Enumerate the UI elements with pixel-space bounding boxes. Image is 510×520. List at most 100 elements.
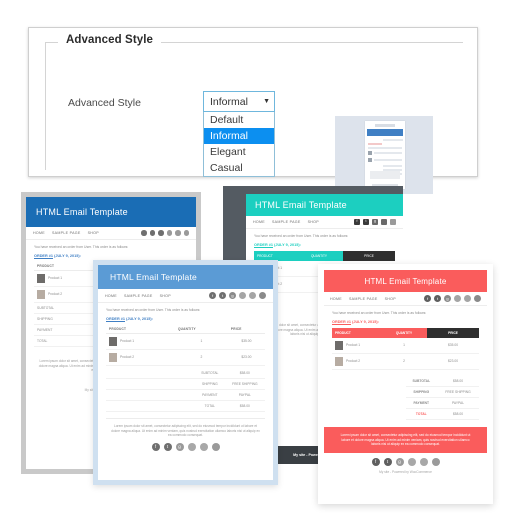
linkedin-icon[interactable] (407, 458, 416, 467)
order-link[interactable]: ORDER #1 (254, 243, 273, 247)
nav-sample-page[interactable]: SAMPLE PAGE (272, 220, 301, 224)
footer-social-links[interactable]: f t g (98, 443, 273, 455)
order-link[interactable]: ORDER #1 (106, 317, 125, 321)
rss-icon[interactable] (259, 292, 266, 299)
social-links[interactable]: f t g (354, 219, 396, 225)
nav-sample-page[interactable]: SAMPLE PAGE (124, 294, 153, 298)
order-link[interactable]: ORDER #1 (34, 254, 53, 258)
pinterest-icon[interactable] (419, 458, 428, 467)
nav-home[interactable]: HOME (253, 220, 265, 224)
rss-icon[interactable] (390, 219, 396, 225)
thumbnail-line (383, 165, 402, 167)
footer-social-links[interactable]: f t g (324, 453, 487, 470)
twitter-icon[interactable]: t (219, 292, 226, 299)
order-heading: ORDER #1 (JULY 9, 2015): (332, 320, 479, 324)
rss-icon[interactable] (431, 458, 440, 467)
advanced-style-select[interactable]: Informal ▼ (203, 91, 275, 112)
order-link[interactable]: ORDER #1 (332, 320, 351, 324)
col-price: PRICE (343, 250, 395, 261)
email-title: HTML Email Template (364, 276, 447, 286)
social-links[interactable]: f t g (209, 292, 266, 299)
thumbnail-product-square (368, 158, 372, 162)
cell-product: Product 2 (106, 349, 175, 366)
totals-row: SUBTOTAL $58.00 (332, 375, 479, 387)
order-date: (JULY 9, 2015): (126, 316, 153, 321)
linkedin-icon[interactable] (381, 219, 387, 225)
nav-home[interactable]: HOME (33, 231, 45, 235)
twitter-icon[interactable]: t (163, 443, 172, 452)
blue-informal-template-card[interactable]: HTML Email Template HOME SAMPLE PAGE SHO… (93, 260, 278, 485)
thumbnail-header-bar (367, 129, 403, 136)
google-plus-icon[interactable]: g (444, 295, 451, 302)
linkedin-icon[interactable] (454, 295, 461, 302)
twitter-icon[interactable]: t (383, 458, 392, 467)
google-plus-icon[interactable] (158, 230, 164, 236)
facebook-icon[interactable]: f (209, 292, 216, 299)
email-nav: HOME SAMPLE PAGE SHOP f t g (324, 292, 487, 306)
cell-quantity: 1 (174, 333, 228, 350)
twitter-icon[interactable] (149, 230, 155, 236)
linkedin-icon[interactable] (187, 443, 196, 452)
facebook-icon[interactable] (141, 230, 147, 236)
facebook-icon[interactable]: f (371, 458, 380, 467)
style-preview-thumbnail[interactable] (335, 116, 433, 194)
table-row: Product 2 2 $23.00 (332, 353, 479, 370)
nav-shop[interactable]: SHOP (385, 297, 396, 301)
nav-shop[interactable]: SHOP (88, 231, 99, 235)
pinterest-icon[interactable] (175, 230, 181, 236)
nav-links[interactable]: HOME SAMPLE PAGE SHOP (253, 220, 319, 224)
table-row: Product 1 1 $35.00 (332, 337, 479, 354)
pinterest-icon[interactable] (464, 295, 471, 302)
rss-icon[interactable] (183, 230, 189, 236)
thumbnail-page (365, 121, 405, 189)
social-links[interactable]: f t g (424, 295, 481, 302)
nav-sample-page[interactable]: SAMPLE PAGE (52, 231, 81, 235)
option-elegant[interactable]: Elegant (204, 144, 274, 160)
nav-home[interactable]: HOME (105, 294, 117, 298)
email-body: You have received an order from User. Th… (324, 306, 487, 324)
twitter-icon[interactable]: t (363, 219, 369, 225)
google-plus-icon[interactable]: g (175, 443, 184, 452)
option-casual[interactable]: Casual (204, 160, 274, 176)
google-plus-icon[interactable]: g (395, 458, 404, 467)
col-price: PRICE (427, 327, 479, 338)
totals-label: TOTAL (405, 408, 438, 420)
rss-icon[interactable] (211, 443, 220, 452)
advanced-style-label: Advanced Style (68, 97, 141, 109)
facebook-icon[interactable]: f (151, 443, 160, 452)
nav-shop[interactable]: SHOP (308, 220, 319, 224)
email-nav: HOME SAMPLE PAGE SHOP f t g (246, 216, 403, 229)
nav-links[interactable]: HOME SAMPLE PAGE SHOP (105, 294, 171, 298)
rss-icon[interactable] (474, 295, 481, 302)
red-casual-template-card[interactable]: HTML Email Template HOME SAMPLE PAGE SHO… (318, 264, 493, 504)
facebook-icon[interactable]: f (424, 295, 431, 302)
thumbnail-product-square (368, 151, 372, 155)
nav-links[interactable]: HOME SAMPLE PAGE SHOP (33, 231, 99, 235)
totals-label: PAYMENT (405, 397, 438, 409)
email-intro: You have received an order from User. Th… (34, 245, 129, 249)
email-nav: HOME SAMPLE PAGE SHOP (26, 227, 196, 240)
product-name: Product 1 (346, 343, 361, 348)
email-intro: You have received an order from User. Th… (106, 308, 201, 312)
social-links[interactable] (141, 230, 189, 236)
option-informal[interactable]: Informal (204, 128, 274, 144)
option-default[interactable]: Default (204, 112, 274, 128)
pinterest-icon[interactable] (249, 292, 256, 299)
nav-sample-page[interactable]: SAMPLE PAGE (349, 297, 378, 301)
facebook-icon[interactable]: f (354, 219, 360, 225)
cell-quantity: 2 (174, 349, 228, 366)
google-plus-icon[interactable]: g (229, 292, 236, 299)
nav-home[interactable]: HOME (330, 297, 342, 301)
linkedin-icon[interactable] (166, 230, 172, 236)
advanced-style-option-list[interactable]: Default Informal Elegant Casual (203, 112, 275, 177)
cell-product: Product 1 (332, 337, 381, 354)
email-intro: You have received an order from User. Th… (332, 311, 427, 315)
advanced-style-panel: Advanced Style Advanced Style Informal ▼… (28, 27, 478, 194)
pinterest-icon[interactable] (199, 443, 208, 452)
google-plus-icon[interactable]: g (372, 219, 378, 225)
nav-links[interactable]: HOME SAMPLE PAGE SHOP (330, 297, 396, 301)
twitter-icon[interactable]: t (434, 295, 441, 302)
nav-shop[interactable]: SHOP (160, 294, 171, 298)
totals-label: SHIPPING (405, 386, 438, 398)
linkedin-icon[interactable] (239, 292, 246, 299)
